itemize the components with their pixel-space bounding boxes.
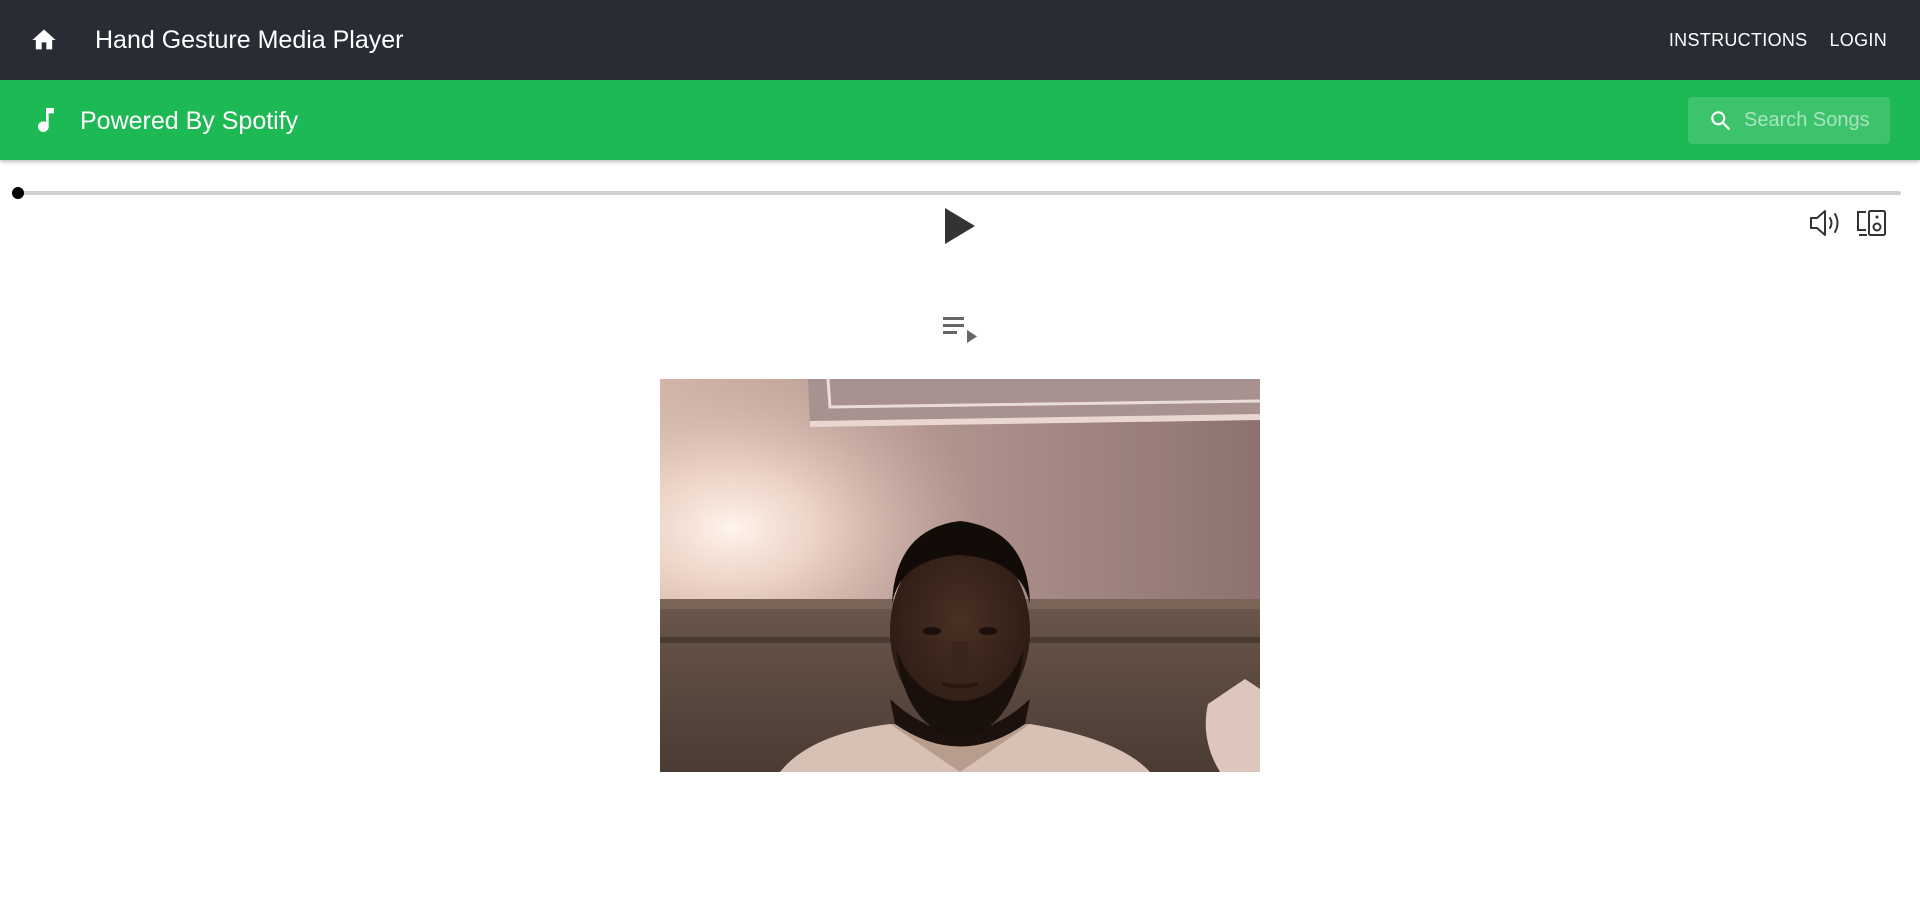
playlist-play-icon bbox=[943, 317, 977, 343]
powered-by-label: Powered By Spotify bbox=[80, 107, 299, 135]
top-nav: INSTRUCTIONS LOGIN bbox=[1658, 0, 1920, 80]
search-icon bbox=[1711, 110, 1731, 130]
progress-thumb[interactable] bbox=[12, 187, 24, 199]
search-box[interactable] bbox=[1688, 97, 1890, 144]
queue-button[interactable] bbox=[940, 313, 980, 347]
home-button[interactable] bbox=[24, 20, 64, 60]
play-icon bbox=[945, 208, 975, 244]
playback-progress-slider[interactable] bbox=[12, 187, 1901, 199]
volume-button[interactable] bbox=[1808, 208, 1844, 238]
play-button[interactable] bbox=[940, 206, 978, 246]
devices-icon bbox=[1857, 210, 1886, 236]
music-note-icon bbox=[38, 108, 54, 132]
home-icon bbox=[32, 29, 56, 50]
webcam-video bbox=[660, 379, 1260, 772]
instructions-button[interactable]: INSTRUCTIONS bbox=[1658, 24, 1819, 57]
app-title: Hand Gesture Media Player bbox=[95, 26, 404, 54]
login-button[interactable]: LOGIN bbox=[1818, 24, 1898, 57]
volume-icon bbox=[1810, 210, 1839, 236]
search-input[interactable] bbox=[1744, 109, 1884, 132]
app-header: Hand Gesture Media Player INSTRUCTIONS L… bbox=[0, 0, 1920, 80]
spotify-toolbar: Powered By Spotify bbox=[0, 80, 1920, 160]
webcam-feed bbox=[660, 379, 1260, 772]
connect-device-button[interactable] bbox=[1854, 208, 1890, 238]
